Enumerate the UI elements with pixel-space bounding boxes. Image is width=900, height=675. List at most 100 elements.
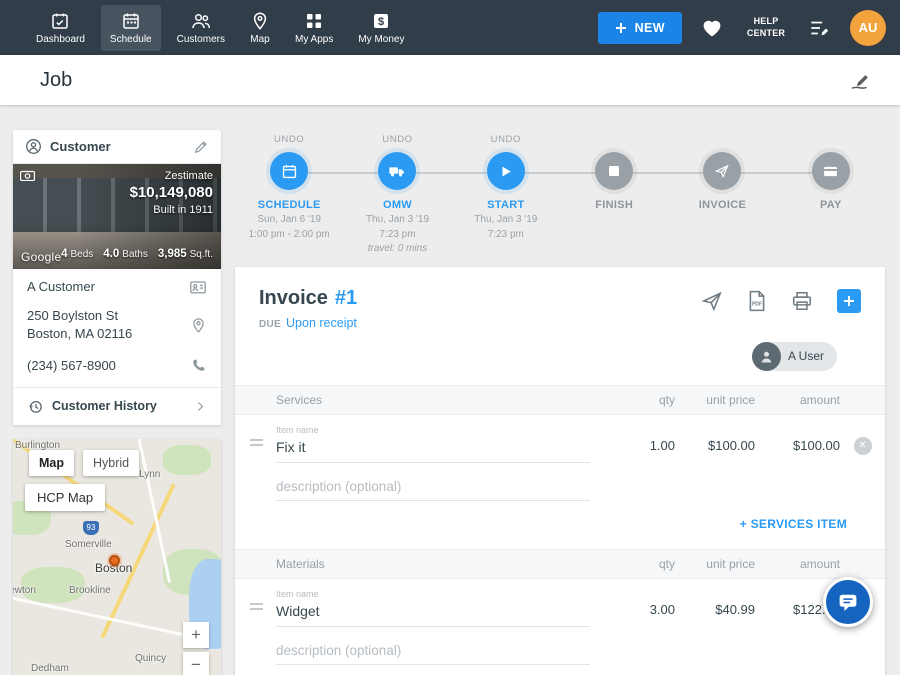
add-materials-item-link[interactable]: + MATERIALS ITEM	[235, 665, 885, 675]
chat-bubble-button[interactable]	[823, 577, 873, 627]
new-button-label: NEW	[635, 21, 665, 35]
drag-handle[interactable]	[250, 600, 263, 613]
undo-link[interactable]: UNDO	[452, 134, 560, 147]
beds-label: Beds	[70, 249, 93, 260]
material-item-name-input[interactable]	[276, 600, 590, 627]
add-invoice-button[interactable]	[837, 289, 861, 313]
contact-card-icon[interactable]	[189, 278, 207, 296]
address-line1: 250 Boylston St	[27, 308, 118, 323]
pay-step-button[interactable]	[812, 152, 850, 190]
nav-item-label: My Money	[358, 34, 404, 45]
material-item-qty[interactable]: 3.00	[590, 602, 675, 627]
remove-item-icon[interactable]: ✕	[854, 437, 872, 455]
chat-icon	[836, 590, 860, 614]
qty-column-header: qty	[590, 393, 675, 407]
nav-item-map[interactable]: Map	[241, 5, 279, 51]
map-type-map-button[interactable]: Map	[29, 450, 74, 476]
nav-item-schedule[interactable]: Schedule	[101, 5, 161, 51]
timeline-step-pay: PAY	[777, 134, 885, 257]
location-pin-icon[interactable]	[190, 317, 207, 334]
calendar-icon	[281, 163, 298, 180]
nav-item-dashboard[interactable]: Dashboard	[27, 5, 94, 51]
step-label: FINISH	[560, 199, 668, 211]
stop-icon	[608, 165, 620, 177]
material-item-unit-price[interactable]: $40.99	[675, 602, 755, 627]
omw-step-button[interactable]	[378, 152, 416, 190]
calendar-icon	[121, 11, 141, 31]
route-shield-93: 93	[83, 521, 99, 535]
user-avatar-icon	[752, 342, 781, 371]
beds-value: 4	[61, 248, 67, 260]
baths-value: 4.0	[103, 248, 119, 260]
nav-item-label: My Apps	[295, 34, 333, 45]
help-center-link[interactable]: HELP CENTER	[742, 16, 790, 39]
hcp-map-button[interactable]: HCP Map	[25, 484, 105, 511]
property-photo[interactable]: Zestimate $10,149,080 Built in 1911 4Bed…	[13, 164, 221, 269]
step-time: 7:23 pm	[379, 229, 415, 240]
job-timeline: UNDO SCHEDULE Sun, Jan 6 '191:00 pm - 2:…	[235, 130, 885, 257]
undo-link[interactable]: UNDO	[343, 134, 451, 147]
map-label: Lynn	[139, 469, 160, 480]
pdf-icon[interactable]: PDF	[747, 290, 767, 312]
map-label: Quincy	[135, 653, 166, 664]
step-date: Thu, Jan 3 '19	[366, 214, 429, 225]
material-item-description-row	[235, 641, 885, 665]
nav-item-customers[interactable]: Customers	[168, 5, 234, 51]
print-icon[interactable]	[791, 290, 813, 312]
new-button[interactable]: NEW	[598, 12, 682, 44]
zoom-in-button[interactable]: +	[183, 622, 209, 648]
finish-step-button[interactable]	[595, 152, 633, 190]
customer-card-header: Customer	[13, 130, 221, 164]
customer-phone-row[interactable]: (234) 567-8900	[13, 353, 221, 387]
due-value-link[interactable]: Upon receipt	[286, 316, 357, 330]
map-type-hybrid-button[interactable]: Hybrid	[83, 450, 139, 476]
customer-address-row[interactable]: 250 Boylston StBoston, MA 02116	[13, 305, 221, 352]
material-description-input[interactable]	[276, 641, 590, 665]
item-name-label: Item name	[276, 589, 590, 599]
zoom-out-button[interactable]: −	[183, 652, 209, 675]
map-label: Dedham	[31, 663, 69, 674]
zestimate-value: $10,149,080	[130, 184, 213, 201]
phone-icon[interactable]	[190, 357, 207, 374]
schedule-step-button[interactable]	[270, 152, 308, 190]
add-services-item-link[interactable]: + SERVICES ITEM	[235, 501, 885, 549]
invoice-step-button[interactable]	[703, 152, 741, 190]
map-marker[interactable]	[109, 555, 120, 566]
tasks-icon[interactable]	[808, 16, 832, 40]
edit-pencil-icon[interactable]	[193, 139, 209, 155]
zestimate-label: Zestimate	[130, 170, 213, 182]
timeline-step-start: UNDO START Thu, Jan 3 '197:23 pm	[452, 134, 560, 257]
customer-name-row[interactable]: A Customer	[13, 269, 221, 305]
amount-column-header: amount	[755, 393, 840, 407]
step-label: INVOICE	[668, 199, 776, 211]
service-description-input[interactable]	[276, 477, 590, 501]
start-step-button[interactable]	[487, 152, 525, 190]
main-column: UNDO SCHEDULE Sun, Jan 6 '191:00 pm - 2:…	[235, 130, 885, 675]
service-item-qty[interactable]: 1.00	[590, 438, 675, 463]
nav-item-my-apps[interactable]: My Apps	[286, 5, 342, 51]
baths-label: Baths	[122, 249, 148, 260]
invoice-number[interactable]: #1	[335, 287, 357, 310]
credit-card-icon	[822, 163, 839, 180]
customer-history-row[interactable]: Customer History	[13, 387, 221, 425]
undo-link[interactable]: UNDO	[235, 134, 343, 147]
user-avatar[interactable]: AU	[850, 10, 886, 46]
service-item-unit-price[interactable]: $100.00	[675, 438, 755, 463]
signature-icon[interactable]	[848, 68, 872, 92]
chevron-right-icon	[194, 400, 207, 413]
amount-column-header: amount	[755, 557, 840, 571]
nav-item-my-money[interactable]: $ My Money	[349, 5, 413, 51]
materials-section-header: Materials qty unit price amount	[235, 549, 885, 579]
customer-icon	[25, 138, 42, 155]
svg-text:$: $	[378, 16, 384, 28]
send-invoice-icon[interactable]	[701, 290, 723, 312]
nav-right: NEW HELP CENTER AU	[598, 10, 886, 46]
heart-icon[interactable]	[700, 16, 724, 40]
drag-handle[interactable]	[250, 436, 263, 449]
map-label: Newton	[13, 585, 36, 596]
service-item-name-input[interactable]	[276, 436, 590, 463]
item-name-label: Item name	[276, 425, 590, 435]
map-card[interactable]: Burlington Lynn Somerville Boston Brookl…	[13, 439, 221, 675]
assigned-user-chip[interactable]: A User	[752, 342, 837, 371]
map-label: Brookline	[69, 585, 111, 596]
